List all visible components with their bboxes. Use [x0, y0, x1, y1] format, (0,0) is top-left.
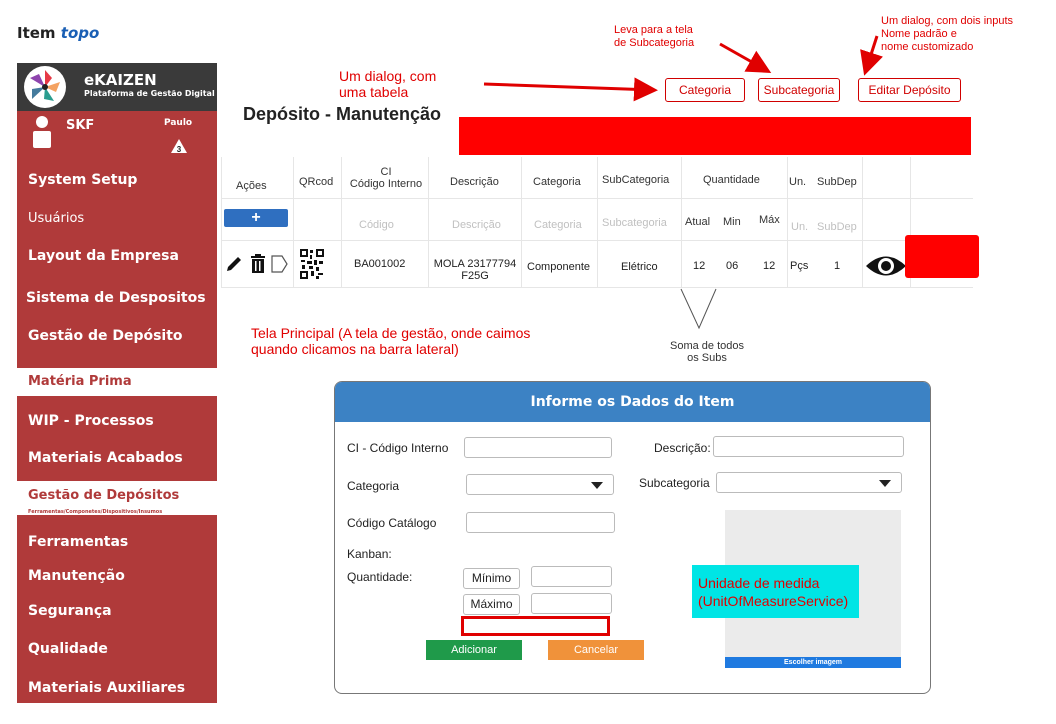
- qr-code[interactable]: [300, 249, 324, 284]
- quantidade-label: Quantidade:: [347, 570, 413, 584]
- ci-input[interactable]: [464, 437, 612, 458]
- th-min: Min: [723, 216, 741, 228]
- dialog-title: Informe os Dados do Item: [335, 382, 930, 422]
- annotation-tela-principal: Tela Principal (A tela de gestão, onde c…: [251, 325, 531, 357]
- subcategoria-label: Subcategoria: [639, 476, 710, 490]
- maximo-label: Máximo: [463, 594, 520, 615]
- editar-deposito-button[interactable]: Editar Depósito: [858, 78, 961, 102]
- th-categoria: Categoria: [533, 176, 581, 188]
- th-qrcod: QRcod: [299, 176, 334, 188]
- cell-descricao: MOLA 23177794 F25G: [433, 258, 517, 282]
- cell-ci: BA001002: [354, 258, 406, 270]
- cell-atual: 12: [693, 260, 706, 272]
- eye-icon[interactable]: [864, 253, 908, 284]
- th-acoes: Ações: [236, 180, 267, 192]
- ci-label: CI - Código Interno: [347, 441, 449, 455]
- unit-of-measure-field[interactable]: [461, 616, 610, 636]
- categoria-button[interactable]: Categoria: [665, 78, 745, 102]
- cell-subcategoria: Elétrico: [621, 261, 658, 273]
- kanban-label: Kanban:: [347, 547, 392, 561]
- maximo-input[interactable]: [531, 593, 612, 614]
- th-un: Un.: [789, 176, 807, 188]
- th-quantidade: Quantidade: [703, 174, 760, 186]
- th-descricao: Descrição: [450, 176, 499, 188]
- filter-subcategoria[interactable]: Subcategoria: [602, 217, 667, 229]
- cell-max: 12: [763, 260, 776, 272]
- minimo-input[interactable]: [531, 566, 612, 587]
- annotation-soma: Soma de todos os Subs: [670, 340, 744, 364]
- categoria-select[interactable]: [466, 474, 614, 495]
- choose-image-button[interactable]: Escolher imagem: [725, 657, 901, 668]
- chevron-down-icon: [591, 482, 603, 489]
- annotation-unidade: Unidade de medida (UnitOfMeasureService): [692, 565, 859, 618]
- cell-categoria: Componente: [527, 261, 590, 273]
- cell-subdep: 1: [834, 260, 841, 272]
- highlight-row-action: [905, 235, 979, 278]
- filter-categoria[interactable]: Categoria: [534, 219, 582, 231]
- cancelar-button[interactable]: Cancelar: [548, 640, 644, 660]
- categoria-label: Categoria: [347, 479, 400, 493]
- delete-icon[interactable]: [249, 254, 267, 279]
- th-subcategoria: SubCategoria: [602, 174, 670, 186]
- filter-un[interactable]: Un.: [791, 221, 808, 233]
- adicionar-button[interactable]: Adicionar: [426, 640, 522, 660]
- th-ci: CI Código Interno: [349, 166, 423, 190]
- highlight-banner: [459, 117, 971, 155]
- catalogo-label: Código Catálogo: [347, 516, 437, 530]
- filter-codigo[interactable]: Código: [359, 219, 394, 231]
- descricao-input[interactable]: [713, 436, 904, 457]
- subcategoria-select[interactable]: [716, 472, 902, 493]
- edit-icon[interactable]: [224, 254, 244, 279]
- catalogo-input[interactable]: [466, 512, 615, 533]
- tag-icon[interactable]: [271, 254, 289, 279]
- cell-min: 06: [726, 260, 739, 272]
- filter-descricao[interactable]: Descrição: [452, 219, 501, 231]
- th-max: Máx: [759, 214, 780, 226]
- descricao-label: Descrição:: [654, 441, 711, 455]
- filter-subdep[interactable]: SubDep: [817, 221, 857, 233]
- subcategoria-button[interactable]: Subcategoria: [758, 78, 840, 102]
- th-atual: Atual: [685, 216, 711, 228]
- add-item-button[interactable]: +: [224, 209, 288, 227]
- chevron-down-icon: [879, 480, 891, 487]
- minimo-label: Mínimo: [463, 568, 520, 589]
- cell-un: Pçs: [790, 260, 809, 272]
- th-subdep: SubDep: [817, 176, 857, 188]
